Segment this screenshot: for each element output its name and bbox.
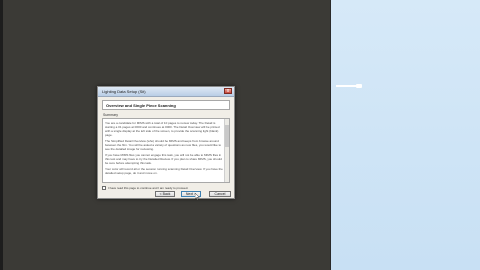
summary-paragraph: Your color will record all or the sessio…	[105, 167, 223, 175]
confirm-checkbox-label: I have read this page to continue and I …	[108, 185, 189, 190]
summary-paragraph: The Simplified Detail Overview (who) sho…	[105, 139, 222, 151]
back-button[interactable]: < Back	[155, 191, 175, 197]
summary-paragraph: If you have MIMS files you cannot engage…	[105, 153, 222, 165]
dialog-heading-box: Overview and Single Piece Scanning	[102, 100, 230, 110]
drag-handle-dot	[356, 84, 362, 88]
cancel-button[interactable]: Cancel	[209, 191, 231, 197]
setup-dialog: Lighting Data Setup (Sit) x Overview and…	[97, 86, 235, 199]
summary-text-content: You are a candidate for MIMS with a tota…	[105, 121, 223, 177]
confirm-checkbox-row[interactable]: I have read this page to continue and I …	[102, 185, 188, 190]
drag-handle-line	[336, 85, 356, 87]
summary-scrollbar[interactable]	[224, 119, 229, 182]
right-panel-background	[331, 0, 480, 270]
close-button[interactable]: x	[224, 88, 232, 94]
right-panel	[331, 0, 480, 270]
arrow-cursor-icon	[195, 193, 200, 200]
dialog-title: Lighting Data Setup (Sit)	[102, 89, 146, 94]
summary-paragraph: You are a candidate for MIMS with a tota…	[105, 121, 220, 137]
dialog-heading: Overview and Single Piece Scanning	[106, 103, 176, 108]
drag-handle-icon[interactable]	[336, 84, 368, 88]
summary-text-area[interactable]: You are a candidate for MIMS with a tota…	[102, 118, 230, 183]
summary-label: Summary	[103, 113, 118, 117]
close-icon: x	[226, 88, 230, 94]
dialog-titlebar[interactable]: Lighting Data Setup (Sit) x	[98, 87, 234, 97]
confirm-checkbox[interactable]	[102, 185, 106, 190]
scrollbar-thumb[interactable]	[225, 125, 229, 147]
screen: Lighting Data Setup (Sit) x Overview and…	[0, 0, 480, 270]
